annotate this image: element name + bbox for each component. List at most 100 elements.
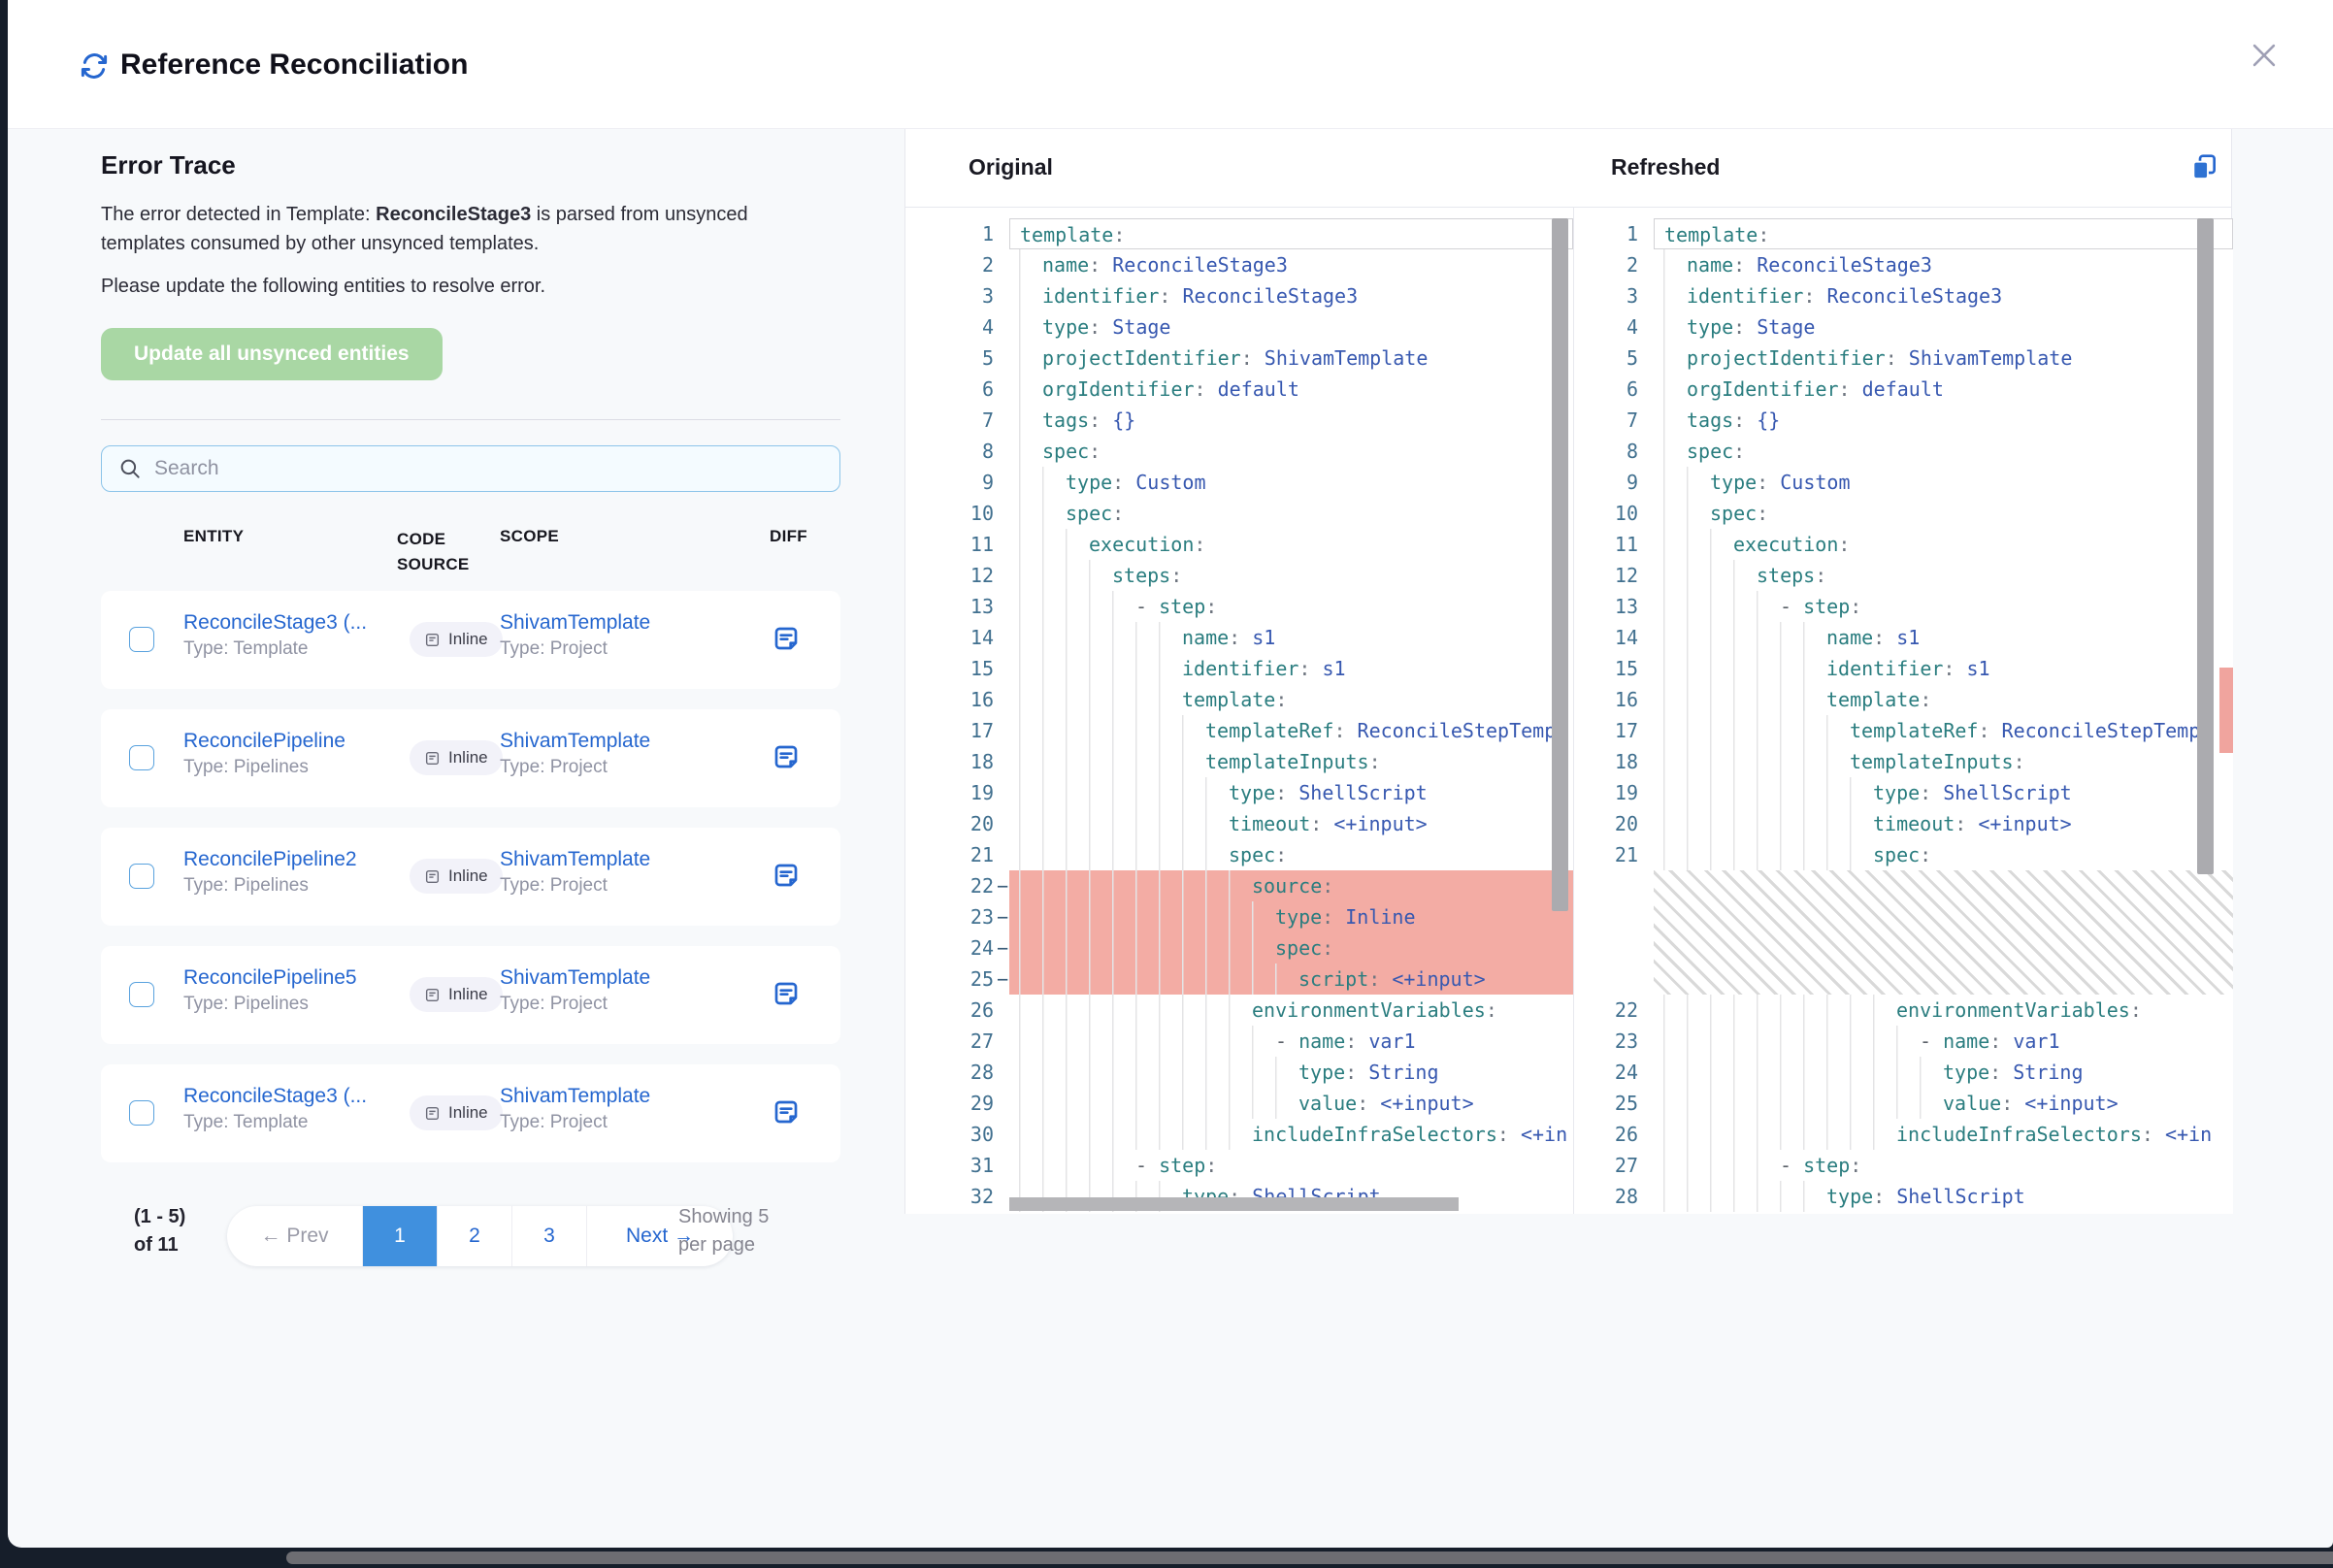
search-input[interactable] xyxy=(154,457,737,480)
view-diff-icon[interactable] xyxy=(771,978,802,1009)
view-diff-icon[interactable] xyxy=(771,741,802,772)
line-number: 25 xyxy=(1592,1088,1654,1119)
page-button-3[interactable]: 3 xyxy=(512,1206,587,1266)
scope-link[interactable]: ShivamTemplate xyxy=(500,611,650,635)
entity-type-text: Type: Template xyxy=(183,1112,402,1133)
entity-link[interactable]: ReconcilePipeline2 xyxy=(183,848,402,871)
code-line: 16template: xyxy=(1592,684,2233,715)
line-number: 13 xyxy=(947,591,1009,622)
entity-type-text: Type: Template xyxy=(183,638,402,660)
view-diff-icon[interactable] xyxy=(771,860,802,891)
page-button-1[interactable]: 1 xyxy=(363,1206,438,1266)
code-line: 11execution: xyxy=(1592,529,2233,560)
column-header-entity: ENTITY xyxy=(183,527,244,546)
line-number: 8 xyxy=(947,436,1009,467)
line-number: 3 xyxy=(1592,280,1654,311)
view-diff-icon[interactable] xyxy=(771,1096,802,1127)
inline-repo-icon xyxy=(424,750,441,767)
line-number: 19 xyxy=(1592,777,1654,808)
code-line: 8spec: xyxy=(1592,436,2233,467)
per-page-text: Showing 5 per page xyxy=(678,1203,775,1259)
code-line: 17templateRef: ReconcileStepTempl xyxy=(1592,715,2233,746)
deletion-marker: − xyxy=(997,870,1008,901)
code-line: 27- step: xyxy=(1592,1150,2233,1181)
diff-section: Original Refreshed 1template:2name: Reco… xyxy=(904,129,2232,1214)
line-number: 9 xyxy=(1592,467,1654,498)
pagination: (1 - 5) of 11 ← Prev 1 2 3 Next → Showin… xyxy=(101,1203,840,1300)
original-editor[interactable]: 1template:2name: ReconcileStage33identif… xyxy=(947,218,1573,1214)
scope-link[interactable]: ShivamTemplate xyxy=(500,730,650,753)
line-number: 21 xyxy=(1592,839,1654,870)
copy-icon[interactable] xyxy=(2188,150,2219,183)
line-number: 23− xyxy=(947,901,1009,932)
reference-reconciliation-dialog: Reference Reconciliation Error Trace The… xyxy=(8,0,2333,1548)
view-diff-icon[interactable] xyxy=(771,623,802,654)
entity-cell: ReconcilePipelineType: Pipelines xyxy=(183,730,402,778)
line-number: 9 xyxy=(947,467,1009,498)
line-number: 6 xyxy=(1592,374,1654,405)
row-checkbox[interactable] xyxy=(129,627,154,652)
code-line: 13- step: xyxy=(1592,591,2233,622)
scope-type-text: Type: Project xyxy=(500,875,650,897)
line-number: 5 xyxy=(947,343,1009,374)
row-checkbox[interactable] xyxy=(129,982,154,1007)
line-number: 22 xyxy=(1592,995,1654,1026)
page-button-2[interactable]: 2 xyxy=(438,1206,512,1266)
code-line: 13- step: xyxy=(947,591,1573,622)
editor-vertical-scrollbar[interactable] xyxy=(1552,218,1568,911)
row-checkbox[interactable] xyxy=(129,864,154,889)
update-all-button[interactable]: Update all unsynced entities xyxy=(101,328,443,380)
code-source-badge: Inline xyxy=(410,977,503,1012)
code-line: 17templateRef: ReconcileStepTempl xyxy=(947,715,1573,746)
line-number: 19 xyxy=(947,777,1009,808)
pagination-range: (1 - 5) of 11 xyxy=(134,1203,204,1259)
editor-horizontal-scrollbar[interactable] xyxy=(1009,1197,1459,1211)
refreshed-editor[interactable]: 1template:2name: ReconcileStage33identif… xyxy=(1592,218,2233,1214)
entity-link[interactable]: ReconcileStage3 (... xyxy=(183,611,402,635)
scope-type-text: Type: Project xyxy=(500,1112,650,1133)
table-row: ReconcilePipeline5Type: PipelinesInlineS… xyxy=(101,946,840,1044)
page-horizontal-scrollbar[interactable] xyxy=(286,1552,2333,1564)
entity-cell: ReconcileStage3 (... Type: Template xyxy=(183,611,402,660)
line-number: 4 xyxy=(947,311,1009,343)
scope-link[interactable]: ShivamTemplate xyxy=(500,966,650,990)
close-icon[interactable] xyxy=(2248,39,2281,72)
code-line: 16template: xyxy=(947,684,1573,715)
prev-page-button[interactable]: ← Prev xyxy=(227,1206,363,1266)
code-line: 11execution: xyxy=(947,529,1573,560)
line-number: 11 xyxy=(1592,529,1654,560)
sync-icon xyxy=(78,49,111,82)
scope-link[interactable]: ShivamTemplate xyxy=(500,1085,650,1108)
row-checkbox[interactable] xyxy=(129,1100,154,1126)
line-number: 14 xyxy=(947,622,1009,653)
code-line: 2name: ReconcileStage3 xyxy=(947,249,1573,280)
code-line: 21spec: xyxy=(947,839,1573,870)
column-header-scope: SCOPE xyxy=(500,527,559,546)
code-line: 25value: <+input> xyxy=(1592,1088,2233,1119)
code-line: 12steps: xyxy=(1592,560,2233,591)
line-number: 2 xyxy=(947,249,1009,280)
line-number: 26 xyxy=(1592,1119,1654,1150)
error-template-name: ReconcileStage3 xyxy=(376,204,531,225)
editor-vertical-scrollbar[interactable] xyxy=(2197,218,2214,874)
row-checkbox[interactable] xyxy=(129,745,154,770)
entity-link[interactable]: ReconcilePipeline5 xyxy=(183,966,402,990)
deletion-marker: − xyxy=(997,932,1008,964)
entity-link[interactable]: ReconcileStage3 (... xyxy=(183,1085,402,1108)
code-line: 19type: ShellScript xyxy=(947,777,1573,808)
error-trace-heading: Error Trace xyxy=(101,150,840,180)
line-number: 21 xyxy=(947,839,1009,870)
error-instruction: Please update the following entities to … xyxy=(101,272,840,301)
code-source-badge: Inline xyxy=(410,622,503,657)
entity-link[interactable]: ReconcilePipeline xyxy=(183,730,402,753)
table-header-row: ENTITY CODE SOURCE SCOPE DIFF xyxy=(101,519,840,591)
line-number: 18 xyxy=(1592,746,1654,777)
scope-link[interactable]: ShivamTemplate xyxy=(500,848,650,871)
line-number: 27 xyxy=(1592,1150,1654,1181)
line-number: 10 xyxy=(1592,498,1654,529)
search-box[interactable] xyxy=(101,445,840,492)
line-number: 3 xyxy=(947,280,1009,311)
inline-repo-icon xyxy=(424,632,441,648)
code-line: 7tags: {} xyxy=(1592,405,2233,436)
table-row: ReconcileStage3 (... Type: Template Inline… xyxy=(101,591,840,689)
